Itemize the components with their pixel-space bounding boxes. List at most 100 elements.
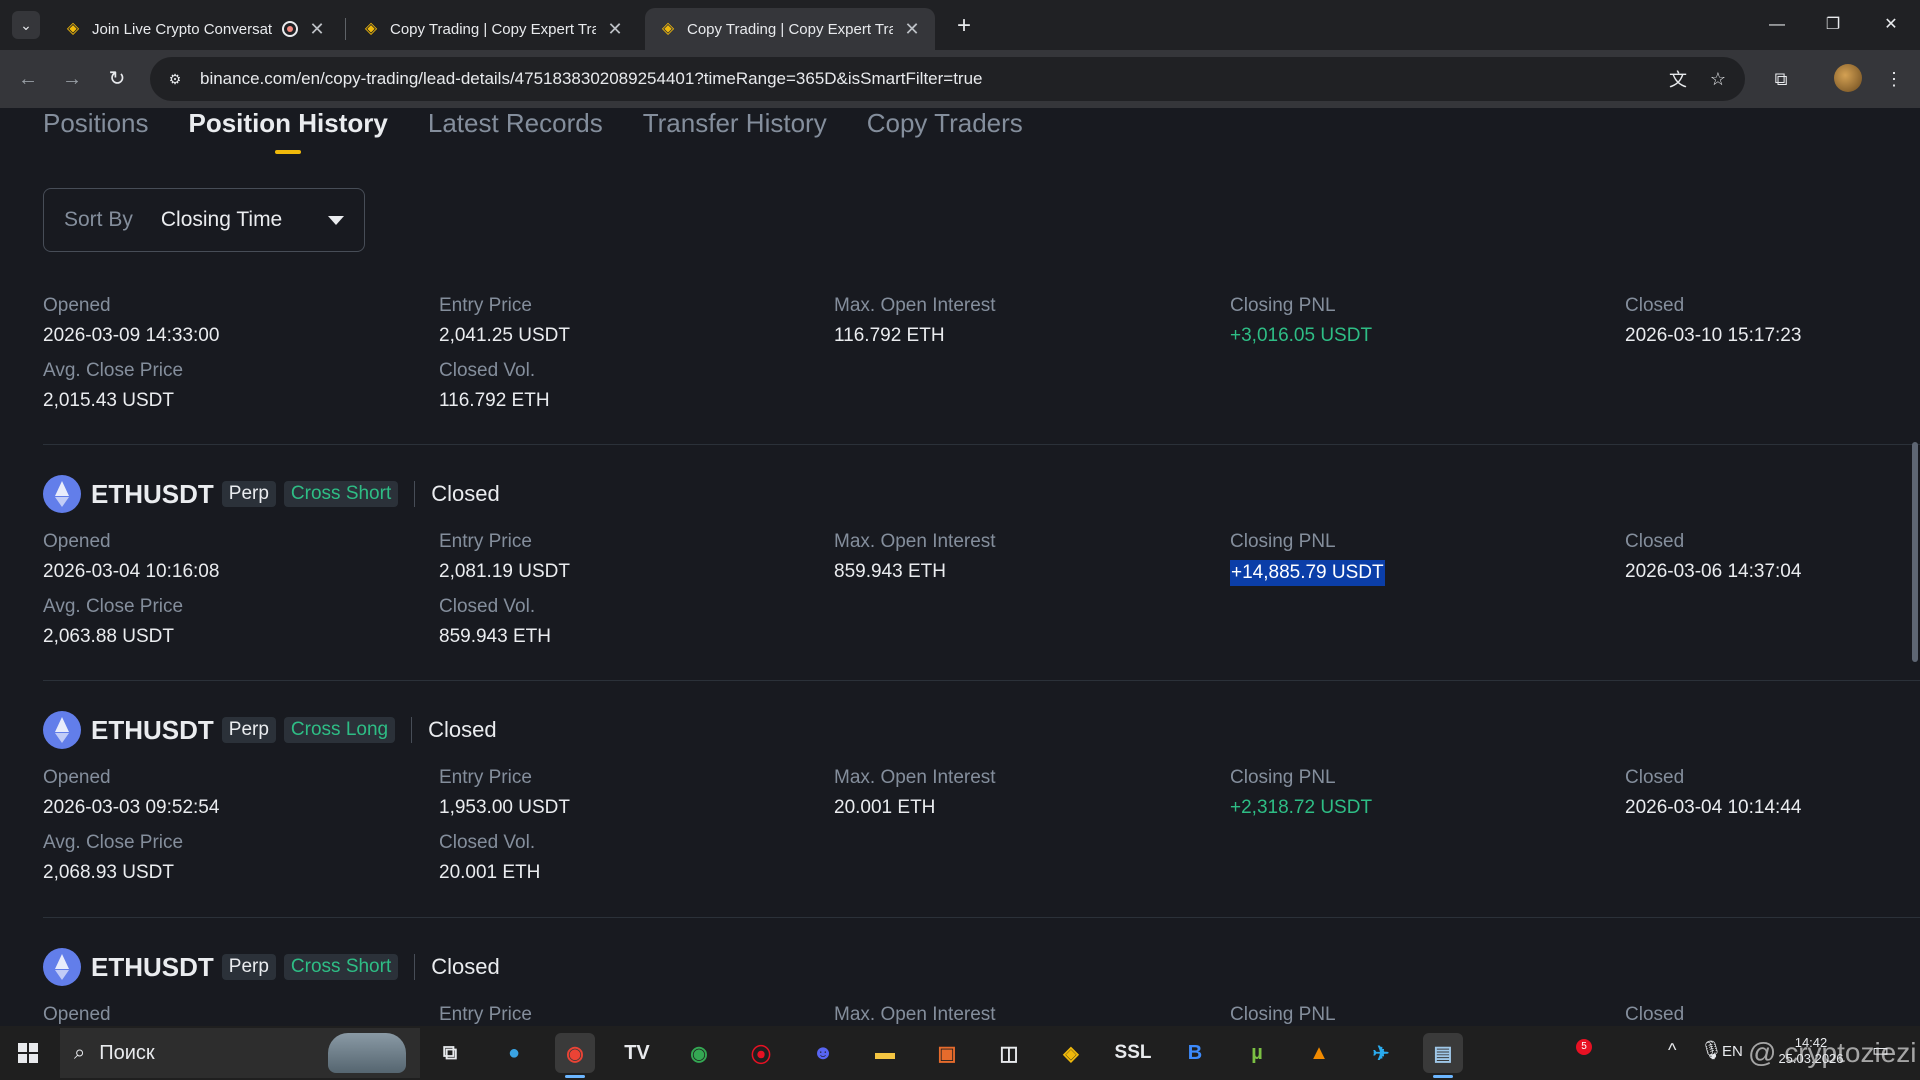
notification-badge: 5: [1576, 1039, 1592, 1055]
archive-icon[interactable]: ▣: [927, 1033, 967, 1073]
chevron-up-icon[interactable]: ^: [1668, 1040, 1676, 1061]
vlc-icon[interactable]: ▲: [1299, 1033, 1339, 1073]
box-icon[interactable]: ◫: [989, 1033, 1029, 1073]
symbol-label[interactable]: ETHUSDT: [91, 715, 214, 746]
new-tab-button[interactable]: +: [950, 12, 978, 40]
telegram-icon[interactable]: ✈: [1361, 1033, 1401, 1073]
closing-pnl-cell: Closing PNL +3,016.05 USDT: [1230, 294, 1372, 348]
restore-icon[interactable]: ❐: [1818, 10, 1848, 40]
opened-cell: Opened 2026-03-09 14:33:00: [43, 294, 219, 348]
chrome-alt-icon[interactable]: ◉: [679, 1033, 719, 1073]
tab-copy-traders[interactable]: Copy Traders: [867, 108, 1023, 150]
closed-label: Closed: [1625, 531, 1685, 552]
windows-start-icon[interactable]: [18, 1043, 38, 1063]
address-bar[interactable]: ⚙ binance.com/en/copy-trading/lead-detai…: [150, 57, 1745, 101]
chrome-icon[interactable]: ◉: [555, 1033, 595, 1078]
edge-icon[interactable]: ●: [494, 1033, 534, 1073]
taskbar: ⌕ Поиск ⧉ ● ◉ TV ◉ ⦿ ☻ ▬ ▣ ◫ ◈ SSL B µ ▲…: [0, 1026, 1920, 1080]
entry-price-cell: Entry Price 2,081.19 USDT: [439, 530, 570, 584]
record-header: ETHUSDT Perp Cross Short Closed: [43, 474, 500, 514]
taskbar-search[interactable]: ⌕ Поиск: [60, 1028, 420, 1078]
close-tab-icon[interactable]: ✕: [308, 19, 326, 40]
reload-icon[interactable]: ↻: [103, 65, 131, 93]
closed-value: 2026-03-10 15:17:23: [1625, 325, 1802, 346]
closed-vol-label: Closed Vol.: [439, 832, 536, 853]
tab-position-history[interactable]: Position History: [189, 108, 388, 154]
avg-close-price-label: Avg. Close Price: [43, 596, 184, 617]
notepad-icon[interactable]: ▤: [1423, 1033, 1463, 1078]
position-record-1: ETHUSDT Perp Cross Short Closed Opened 2…: [43, 474, 1920, 694]
tab-positions[interactable]: Positions: [43, 108, 149, 150]
tab-latest-records[interactable]: Latest Records: [428, 108, 603, 150]
closed-cell: Closed 2026-03-04 10:14:44: [1625, 766, 1801, 820]
microphone-icon[interactable]: 🎙: [1700, 1040, 1723, 1061]
header-separator: [411, 717, 413, 743]
close-tab-icon[interactable]: ✕: [903, 19, 921, 40]
tab-strip: ⌄ ◈ Join Live Crypto Conversati ✕ ◈ Copy…: [0, 0, 1920, 50]
notifications-icon[interactable]: ▭: [1872, 1040, 1889, 1061]
max-open-interest-value: 859.943 ETH: [834, 561, 946, 582]
tab-search-button[interactable]: ⌄: [12, 11, 40, 39]
tune-icon[interactable]: ⚙: [164, 68, 186, 90]
closed-vol-label: Closed Vol.: [439, 360, 536, 381]
max-open-interest-cell: Max. Open Interest: [834, 1003, 996, 1026]
copy-trading-page: Positions Position History Latest Record…: [0, 108, 1920, 1026]
max-open-interest-cell: Max. Open Interest 20.001 ETH: [834, 766, 996, 820]
avg-close-price-cell: Avg. Close Price 2,063.88 USDT: [43, 595, 183, 649]
max-open-interest-cell: Max. Open Interest 859.943 ETH: [834, 530, 996, 584]
avatar[interactable]: [1834, 64, 1862, 92]
closed-vol-cell: Closed Vol. 20.001 ETH: [439, 831, 540, 885]
language-indicator[interactable]: EN: [1722, 1043, 1743, 1060]
entry-price-label: Entry Price: [439, 1004, 532, 1025]
tab-0[interactable]: ◈ Join Live Crypto Conversati ✕: [50, 8, 340, 50]
tab-transfer-history[interactable]: Transfer History: [643, 108, 827, 150]
close-tab-icon[interactable]: ✕: [606, 19, 624, 40]
entry-price-value: 2,041.25 USDT: [439, 325, 570, 346]
star-icon[interactable]: ☆: [1705, 69, 1731, 90]
closed-vol-cell: Closed Vol. 116.792 ETH: [439, 359, 550, 413]
back-arrow-icon[interactable]: ←: [14, 65, 42, 93]
binance-icon[interactable]: ◈: [1051, 1033, 1091, 1073]
tradingview-icon[interactable]: TV: [617, 1033, 657, 1073]
discord-icon[interactable]: ☻: [803, 1033, 843, 1073]
max-open-interest-cell: Max. Open Interest 116.792 ETH: [834, 294, 996, 348]
closed-value: 2026-03-04 10:14:44: [1625, 797, 1802, 818]
translate-icon[interactable]: 文: [1665, 66, 1691, 92]
task-view-icon[interactable]: ⧉: [430, 1033, 470, 1073]
sort-dropdown[interactable]: Sort By Closing Time: [43, 188, 365, 252]
tab-1[interactable]: ◈ Copy Trading | Copy Expert Trac ✕: [348, 8, 638, 50]
closed-cell: Closed 2026-03-06 14:37:04: [1625, 530, 1801, 584]
tab-title: Join Live Crypto Conversati: [92, 20, 272, 38]
puzzle-icon[interactable]: ⧉: [1767, 65, 1795, 93]
side-badge: Cross Short: [283, 954, 399, 980]
forward-arrow-icon[interactable]: →: [58, 65, 86, 93]
avg-close-price-cell: Avg. Close Price 2,068.93 USDT: [43, 831, 183, 885]
clock[interactable]: 14:42 25.03.2026: [1776, 1035, 1846, 1067]
minimize-icon[interactable]: —: [1762, 10, 1792, 40]
b-app-icon[interactable]: B: [1175, 1033, 1215, 1073]
url-text[interactable]: binance.com/en/copy-trading/lead-details…: [200, 69, 1651, 89]
utorrent-icon[interactable]: µ: [1237, 1033, 1277, 1073]
entry-price-value: 2,081.19 USDT: [439, 561, 570, 582]
tab-title: Copy Trading | Copy Expert Trac: [390, 20, 596, 38]
symbol-label[interactable]: ETHUSDT: [91, 479, 214, 510]
record-icon[interactable]: ⦿: [741, 1033, 781, 1073]
tab-2-active[interactable]: ◈ Copy Trading | Copy Expert Trac ✕: [645, 8, 935, 50]
ssl-icon[interactable]: SSL: [1113, 1033, 1153, 1073]
close-window-icon[interactable]: ✕: [1876, 10, 1906, 40]
entry-price-cell: Entry Price: [439, 1003, 532, 1026]
page-scrollbar[interactable]: [1912, 442, 1918, 662]
avg-close-price-value: 2,063.88 USDT: [43, 626, 174, 647]
folder-icon[interactable]: ▬: [865, 1033, 905, 1073]
side-badge: Cross Short: [283, 481, 399, 507]
symbol-label[interactable]: ETHUSDT: [91, 952, 214, 983]
kebab-menu-icon[interactable]: ⋮: [1880, 65, 1908, 93]
avg-close-price-value: 2,068.93 USDT: [43, 862, 174, 883]
entry-price-value: 1,953.00 USDT: [439, 797, 570, 818]
closing-pnl-label: Closing PNL: [1230, 531, 1336, 552]
closing-pnl-value: +2,318.72 USDT: [1230, 797, 1373, 818]
max-open-interest-label: Max. Open Interest: [834, 295, 996, 316]
closing-pnl-label: Closing PNL: [1230, 1004, 1336, 1025]
closed-value: 2026-03-06 14:37:04: [1625, 561, 1802, 582]
closed-vol-label: Closed Vol.: [439, 596, 536, 617]
